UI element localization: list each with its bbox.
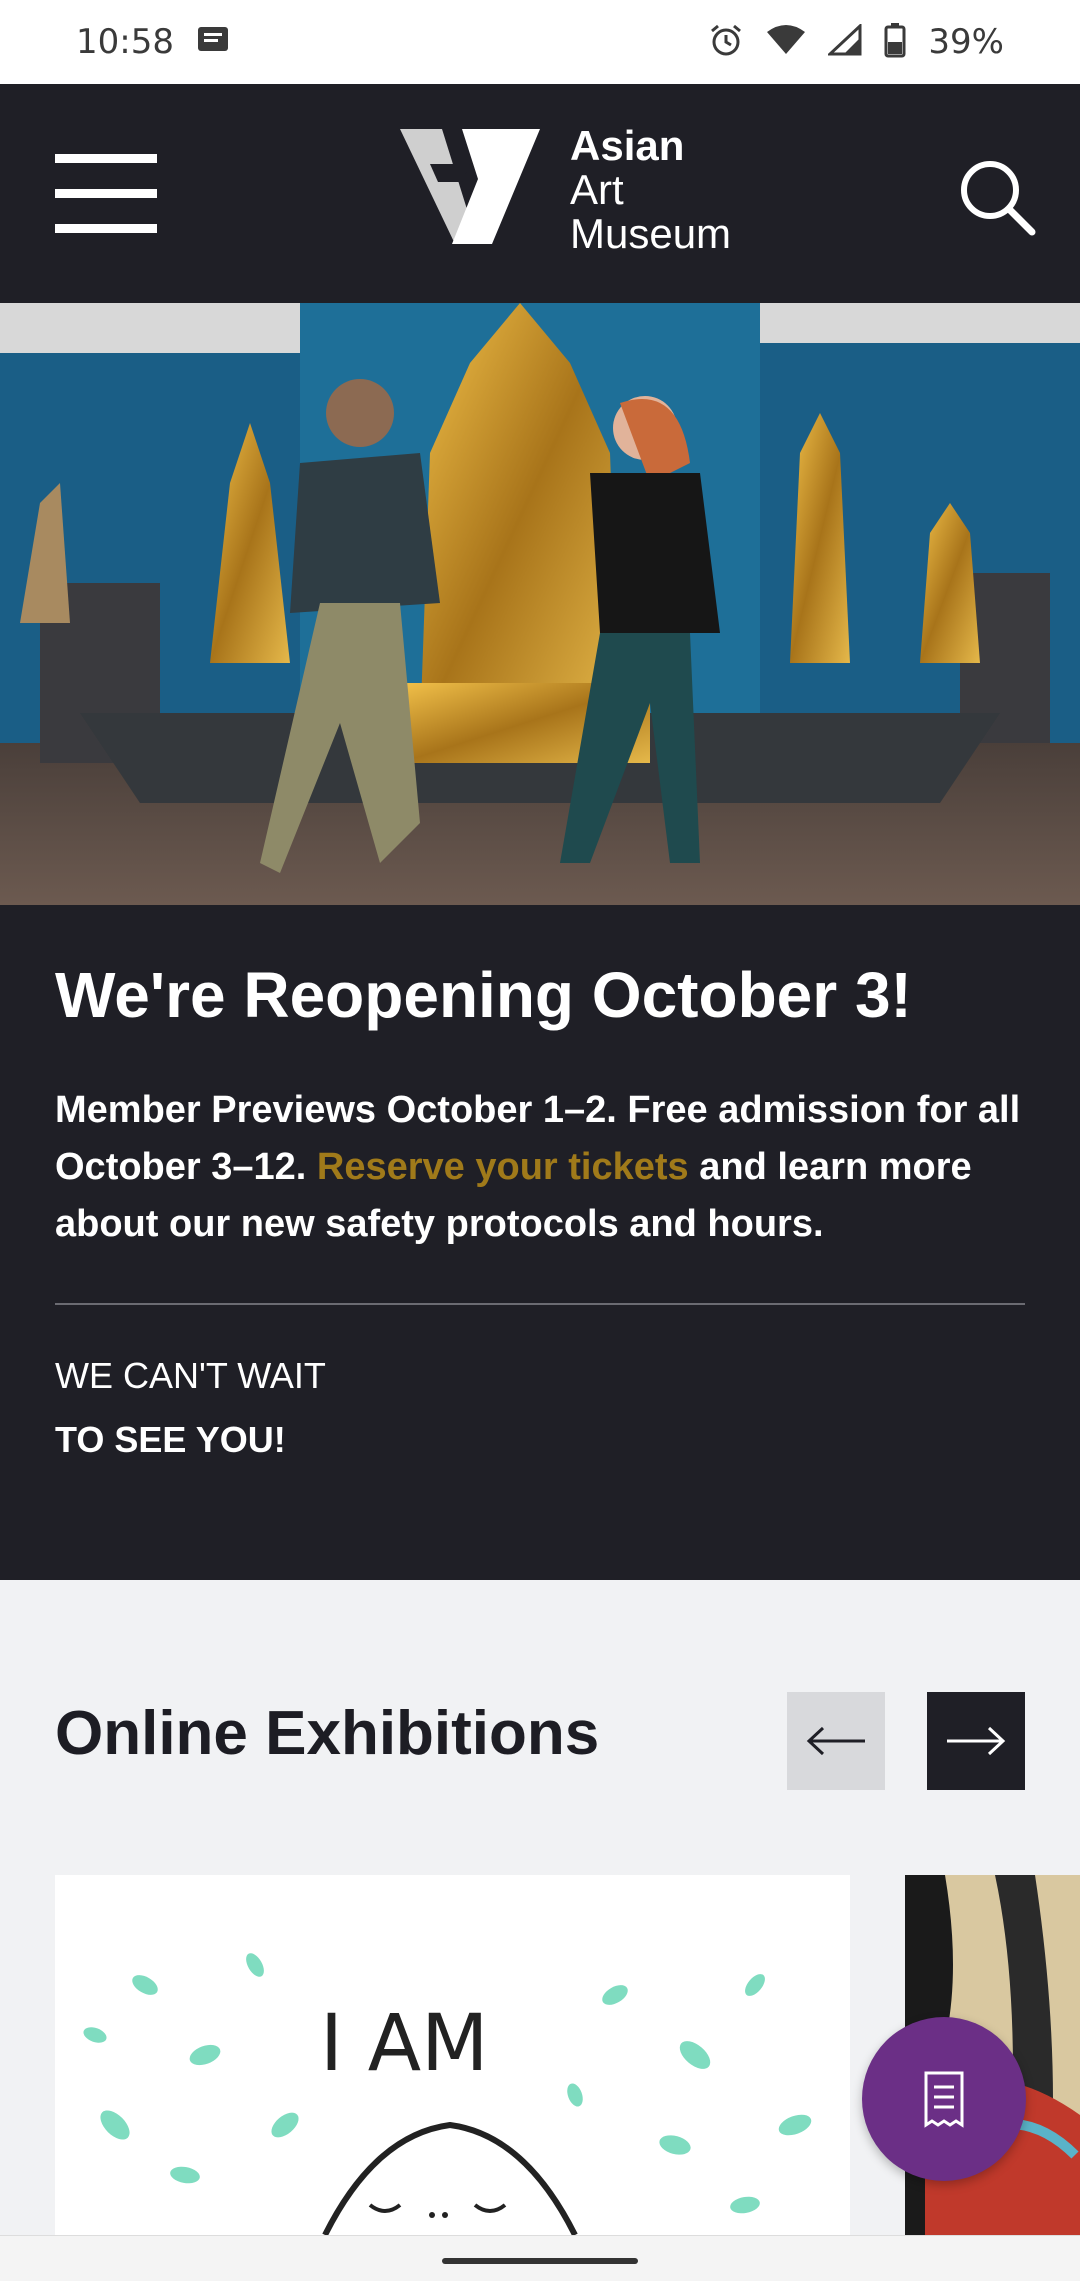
exhibition-card-text: I AM bbox=[320, 1999, 488, 2089]
battery-icon bbox=[884, 22, 906, 62]
battery-percent: 39% bbox=[928, 22, 1004, 62]
status-bar: 10:58 39% bbox=[0, 0, 1080, 84]
tickets-fab-button[interactable] bbox=[862, 2017, 1026, 2181]
hero-image bbox=[0, 303, 1080, 905]
logo-mark-icon bbox=[400, 129, 540, 244]
logo-line-art: Art bbox=[570, 166, 624, 214]
logo-line-museum: Museum bbox=[570, 210, 732, 258]
status-time: 10:58 bbox=[76, 22, 174, 62]
carousel-next-button[interactable] bbox=[927, 1692, 1025, 1790]
system-nav-bar bbox=[0, 2235, 1080, 2281]
divider bbox=[55, 1302, 1025, 1305]
reserve-tickets-link[interactable]: Reserve your tickets bbox=[317, 1146, 689, 1188]
alarm-icon bbox=[708, 22, 744, 62]
reopening-announcement: We're Reopening October 3! Member Previe… bbox=[0, 905, 1080, 1580]
hamburger-menu-icon[interactable] bbox=[55, 154, 157, 234]
signal-icon bbox=[826, 22, 862, 60]
arrow-left-icon bbox=[806, 1726, 865, 1756]
online-exhibitions-title: Online Exhibitions bbox=[55, 1699, 600, 1768]
asian-art-museum-logo[interactable]: Asian Art Museum bbox=[400, 122, 732, 258]
site-header: Asian Art Museum bbox=[0, 84, 1080, 303]
carousel-prev-button[interactable] bbox=[787, 1692, 885, 1790]
exhibition-card[interactable]: I AM bbox=[55, 1875, 850, 2235]
kicker-line-2: TO SEE YOU! bbox=[55, 1418, 286, 1460]
home-gesture-handle[interactable] bbox=[442, 2258, 638, 2264]
search-icon[interactable] bbox=[958, 158, 1036, 236]
ticket-icon bbox=[924, 2071, 964, 2128]
logo-line-asian: Asian bbox=[570, 122, 685, 169]
message-icon bbox=[196, 25, 230, 59]
announcement-body: Member Previews October 1–2. Free admiss… bbox=[55, 1082, 1025, 1253]
wifi-icon bbox=[766, 24, 806, 60]
arrow-right-icon bbox=[947, 1726, 1006, 1756]
kicker-line-1: WE CAN'T WAIT bbox=[55, 1354, 326, 1396]
announcement-title: We're Reopening October 3! bbox=[55, 959, 912, 1031]
